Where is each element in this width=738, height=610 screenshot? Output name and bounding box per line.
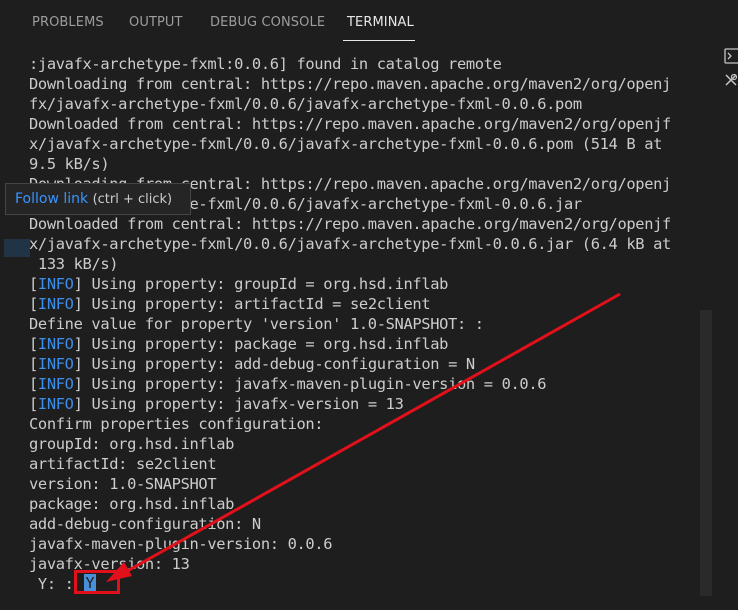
annotation-arrow bbox=[106, 292, 621, 582]
annotation-highlight-box bbox=[74, 570, 120, 594]
